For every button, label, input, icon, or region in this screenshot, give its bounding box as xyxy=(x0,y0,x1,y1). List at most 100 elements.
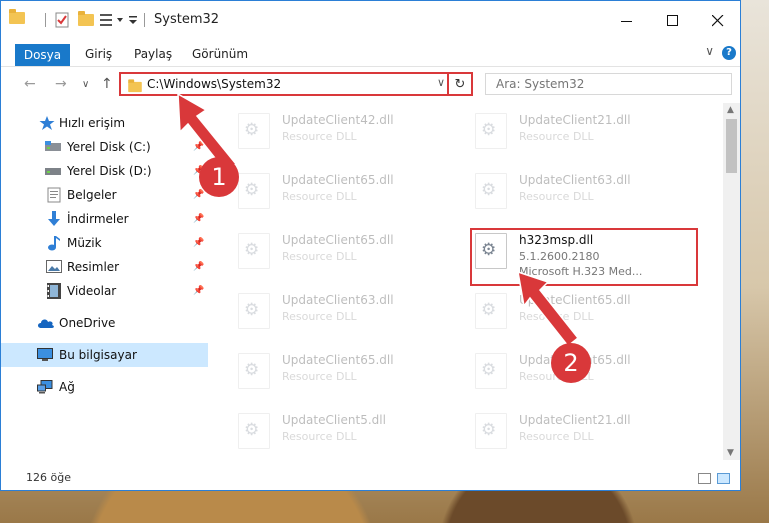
window-title: System32 xyxy=(154,12,220,27)
sidebar-item-label: Ağ xyxy=(59,380,75,394)
network-icon xyxy=(37,380,53,394)
pin-icon[interactable]: 📌 xyxy=(193,238,204,248)
file-type: Resource DLL xyxy=(282,250,357,263)
download-icon xyxy=(47,211,63,226)
tab-file[interactable]: Dosya xyxy=(15,44,70,66)
sidebar-item-label: OneDrive xyxy=(59,316,116,330)
back-button[interactable]: ← xyxy=(24,76,36,92)
address-dropdown-icon[interactable]: ∨ xyxy=(437,76,445,89)
recent-locations-button[interactable]: ∨ xyxy=(82,79,89,90)
file-item[interactable]: UpdateClient21.dll Resource DLL xyxy=(448,403,676,457)
tab-share[interactable]: Paylaş xyxy=(134,47,172,61)
address-path[interactable]: C:\Windows\System32 xyxy=(147,77,281,91)
pin-icon[interactable]: 📌 xyxy=(193,262,204,272)
properties-icon[interactable] xyxy=(54,11,70,29)
sidebar-item-label: Bu bilgisayar xyxy=(59,348,137,362)
sidebar-item-label: Videolar xyxy=(67,284,117,298)
file-name: UpdateClient65.dll xyxy=(282,353,394,367)
search-box[interactable] xyxy=(485,73,732,95)
pictures-icon xyxy=(46,260,62,274)
quick-access-folder-icon[interactable] xyxy=(9,8,25,24)
videos-icon xyxy=(47,283,63,299)
sidebar-item-network[interactable]: Ağ xyxy=(1,375,208,399)
dll-file-icon xyxy=(475,353,507,389)
help-icon[interactable]: ? xyxy=(722,46,736,60)
disk-icon xyxy=(45,140,61,154)
dll-file-icon xyxy=(238,353,270,389)
file-item[interactable]: UpdateClient5.dll Resource DLL xyxy=(211,403,439,457)
sidebar-item-pictures[interactable]: Resimler 📌 xyxy=(1,255,208,279)
file-name: UpdateClient65.dll xyxy=(282,233,394,247)
vertical-scrollbar[interactable]: ▲ ▼ xyxy=(723,103,740,460)
close-button[interactable] xyxy=(695,1,741,41)
title-separator xyxy=(45,13,46,27)
file-item[interactable]: UpdateClient63.dll Resource DLL xyxy=(211,283,439,337)
title-separator-2 xyxy=(144,13,145,27)
tab-view[interactable]: Görünüm xyxy=(192,47,248,61)
disk-icon xyxy=(45,164,61,178)
sidebar-item-this-pc[interactable]: Bu bilgisayar xyxy=(1,343,208,367)
file-type: Resource DLL xyxy=(282,310,357,323)
sidebar-item-label: Belgeler xyxy=(67,188,117,202)
pin-icon[interactable]: 📌 xyxy=(193,214,204,224)
file-name: UpdateClient5.dll xyxy=(282,413,386,427)
file-item[interactable]: UpdateClient65.dll Resource DLL xyxy=(211,223,439,277)
forward-button[interactable]: → xyxy=(55,76,67,92)
file-type: Resource DLL xyxy=(519,430,594,443)
refresh-button[interactable]: ↻ xyxy=(447,74,471,94)
explorer-window: System32 Dosya Giriş Paylaş Görünüm ∨ ? … xyxy=(0,0,741,491)
dll-file-icon xyxy=(475,173,507,209)
dll-file-icon xyxy=(238,293,270,329)
sidebar-item-label: Yerel Disk (C:) xyxy=(67,140,151,154)
file-item[interactable]: UpdateClient21.dll Resource DLL xyxy=(448,103,676,157)
annotation-badge-2: 2 xyxy=(551,343,591,383)
folder-icon xyxy=(128,79,142,93)
dll-file-icon xyxy=(238,233,270,269)
maximize-button[interactable] xyxy=(650,1,696,41)
sidebar-item-onedrive[interactable]: OneDrive xyxy=(1,311,208,335)
file-type: Resource DLL xyxy=(519,130,594,143)
new-folder-icon[interactable] xyxy=(78,11,94,29)
scroll-up-icon[interactable]: ▲ xyxy=(727,105,734,115)
file-name: UpdateClient42.dll xyxy=(282,113,394,127)
details-view-icon[interactable] xyxy=(698,473,711,484)
file-item[interactable]: UpdateClient63.dll Resource DLL xyxy=(448,163,676,217)
file-type: Resource DLL xyxy=(282,370,357,383)
file-name: UpdateClient21.dll xyxy=(519,413,631,427)
tiles-view-icon[interactable] xyxy=(717,473,730,484)
status-bar: 126 öğe xyxy=(1,467,740,491)
tab-home[interactable]: Giriş xyxy=(85,47,112,61)
up-button[interactable]: ↑ xyxy=(101,76,113,92)
ribbon-tabs: Dosya Giriş Paylaş Görünüm ∨ ? xyxy=(1,41,740,67)
sidebar-item-videos[interactable]: Videolar 📌 xyxy=(1,279,208,303)
ribbon-expand-icon[interactable]: ∨ xyxy=(705,44,714,58)
pin-icon[interactable]: 📌 xyxy=(193,286,204,296)
scroll-thumb[interactable] xyxy=(726,119,737,173)
file-name: UpdateClient65.dll xyxy=(282,173,394,187)
pin-icon[interactable]: 📌 xyxy=(193,190,204,200)
file-type: Resource DLL xyxy=(519,190,594,203)
title-bar: System32 xyxy=(1,1,740,41)
customize-toolbar-icon[interactable] xyxy=(99,11,127,29)
file-list: UpdateClient42.dll Resource DLL UpdateCl… xyxy=(211,103,723,460)
sidebar-item-label: Yerel Disk (D:) xyxy=(67,164,152,178)
music-icon xyxy=(47,235,63,251)
search-input[interactable] xyxy=(486,74,731,94)
minimize-button[interactable] xyxy=(604,1,650,41)
sidebar-item-label: Müzik xyxy=(67,236,102,250)
star-icon xyxy=(39,116,55,130)
sidebar-item-downloads[interactable]: İndirmeler 📌 xyxy=(1,207,208,231)
dll-file-icon xyxy=(475,413,507,449)
dll-file-icon xyxy=(238,413,270,449)
sidebar-item-music[interactable]: Müzik 📌 xyxy=(1,231,208,255)
file-type: Resource DLL xyxy=(282,190,357,203)
qa-dropdown-icon[interactable] xyxy=(127,11,139,29)
cloud-icon xyxy=(37,317,54,331)
navigation-bar: ← → ∨ ↑ C:\Windows\System32 ∨ ↻ xyxy=(1,67,740,103)
file-type: Resource DLL xyxy=(282,430,357,443)
file-name: UpdateClient63.dll xyxy=(519,173,631,187)
sidebar-item-label: Hızlı erişim xyxy=(59,116,126,130)
scroll-down-icon[interactable]: ▼ xyxy=(727,448,734,458)
documents-icon xyxy=(47,187,63,203)
file-item[interactable]: UpdateClient65.dll Resource DLL xyxy=(211,343,439,397)
